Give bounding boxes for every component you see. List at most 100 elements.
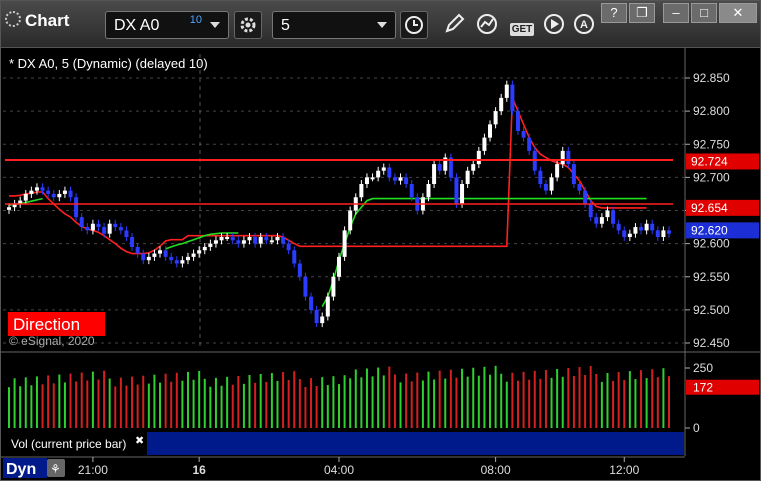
window-title: Chart: [5, 11, 69, 31]
price-bar-body: [152, 253, 157, 257]
alert-button[interactable]: A: [571, 13, 597, 39]
price-bar-body: [465, 170, 470, 184]
interval-input[interactable]: 5: [272, 11, 396, 39]
price-bar-body: [96, 223, 101, 228]
minimize-button[interactable]: –: [663, 3, 689, 23]
y-tick-label: 92.500: [693, 303, 730, 317]
help-button[interactable]: ?: [601, 3, 627, 23]
volume-label-strip: [147, 432, 684, 455]
price-bar-body: [180, 260, 185, 264]
price-bar-body: [616, 223, 621, 231]
close-icon[interactable]: ✖: [135, 435, 144, 447]
y-tick-label: 92.750: [693, 137, 730, 151]
price-bar-body: [118, 227, 123, 231]
price-bar-body: [40, 187, 45, 191]
price-bar-body: [667, 230, 671, 234]
price-bar-body: [102, 227, 107, 234]
price-bar-body: [488, 124, 493, 138]
price-bar-body: [661, 230, 666, 237]
price-bar-body: [599, 217, 604, 224]
studies-button[interactable]: [475, 13, 501, 39]
price-bar-body: [191, 253, 196, 257]
settings-gear-button[interactable]: [234, 11, 262, 39]
volume-bars: [8, 365, 670, 428]
price-bar-body: [74, 197, 79, 218]
symbol-delay: 10: [189, 14, 202, 26]
price-bar-body: [320, 316, 325, 324]
price-bar-body: [292, 250, 297, 264]
price-bar-body: [130, 237, 135, 247]
price-bar-body: [471, 164, 476, 171]
alert-a-icon: A: [574, 14, 594, 34]
gear-icon[interactable]: [5, 11, 21, 27]
magnet-icon: ⚘: [50, 462, 61, 476]
price-bar-body: [185, 256, 190, 261]
price-bar-body: [57, 193, 62, 198]
price-bar-body: [566, 150, 571, 165]
restore-button[interactable]: ❐: [629, 3, 655, 23]
time-button[interactable]: [400, 11, 428, 39]
y-tick-label: 92.800: [693, 104, 730, 118]
price-bar-body: [247, 237, 252, 241]
chevron-down-icon[interactable]: [210, 22, 220, 28]
price-bar-body: [583, 190, 588, 204]
price-bar-body: [331, 276, 336, 297]
price-bar-body: [364, 177, 369, 184]
price-bar-body: [197, 250, 202, 254]
price-bar-body: [297, 263, 302, 277]
price-bar-body: [174, 260, 179, 264]
price-bar-body: [454, 177, 459, 204]
price-bar-body: [241, 240, 246, 244]
price-bar-body: [79, 217, 84, 228]
x-tick-label: 16: [192, 463, 206, 477]
volume-axis: 250 0 172: [685, 361, 759, 435]
price-bar-body: [611, 210, 616, 224]
price-bar-body: [141, 253, 146, 261]
price-bar-body: [236, 240, 241, 244]
get-label: GET: [509, 23, 535, 36]
chevron-down-icon[interactable]: [377, 22, 387, 28]
price-bar-body: [594, 217, 599, 224]
price-bar-body: [370, 177, 375, 180]
price-bar-body: [571, 164, 576, 184]
price-panel: [3, 54, 684, 350]
maximize-button[interactable]: □: [691, 3, 717, 23]
price-bar-body: [633, 227, 638, 234]
price-bar-body: [208, 243, 213, 247]
volume-y-label: 250: [693, 361, 713, 375]
x-tick-label: 12:00: [609, 463, 639, 477]
symbol-value: DX A0: [114, 17, 160, 34]
get-data-button[interactable]: GET: [507, 13, 537, 39]
price-bar-body: [219, 237, 224, 241]
price-bar-body: [404, 177, 409, 184]
price-bar-body: [538, 170, 543, 184]
price-bar-body: [281, 237, 286, 244]
draw-pencil-button[interactable]: [441, 13, 467, 39]
copyright: © eSignal, 2020: [9, 334, 95, 348]
price-bar-body: [515, 111, 520, 131]
price-bar-body: [23, 193, 28, 201]
price-bar-body: [253, 237, 258, 244]
price-bar-body: [359, 184, 364, 198]
y-tick-label: 92.850: [693, 71, 730, 85]
chart-area[interactable]: * DX A0, 5 (Dynamic) (delayed 10) Direct…: [1, 48, 760, 480]
price-bar-body: [655, 230, 660, 237]
direction-label: Direction: [13, 315, 80, 334]
price-bar-body: [124, 230, 129, 237]
price-bar-body: [325, 296, 330, 317]
price-bar-body: [202, 246, 207, 251]
price-bar-body: [68, 190, 73, 198]
play-button[interactable]: [541, 13, 567, 39]
price-bar-body: [527, 137, 532, 151]
price-tags: 92.724 92.654 92.620: [686, 153, 759, 239]
time-axis-bg: [1, 456, 760, 480]
price-bar-body: [588, 203, 593, 218]
price-bar-body: [286, 243, 291, 251]
volume-label: Vol (current price bar): [11, 437, 126, 451]
price-bar-body: [107, 223, 112, 234]
price-bar-body: [392, 177, 397, 181]
close-button[interactable]: ✕: [719, 3, 757, 23]
symbol-input[interactable]: DX A0 10: [105, 11, 229, 39]
price-bar-body: [213, 240, 218, 244]
price-bar-body: [482, 137, 487, 151]
